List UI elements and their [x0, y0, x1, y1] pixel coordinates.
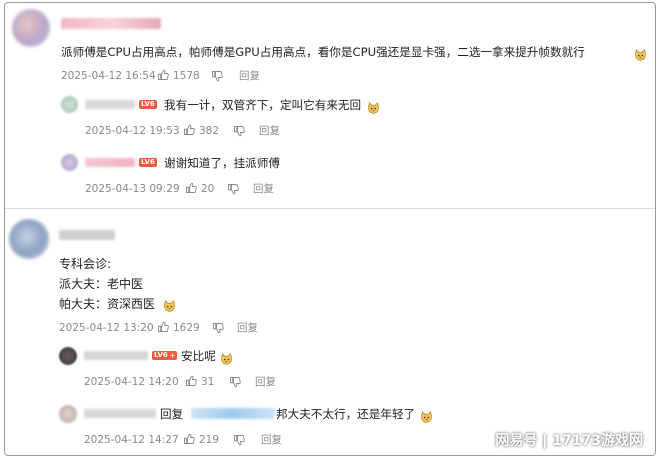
like-count: 1629 — [173, 322, 200, 334]
cat-emoji-icon — [418, 407, 433, 426]
reply-target-blurred[interactable] — [191, 408, 275, 419]
reply-time: 2025-04-12 14:20 — [84, 376, 179, 388]
reply-button[interactable]: 回复 — [255, 375, 276, 389]
like-count: 382 — [199, 125, 220, 137]
thumbs-down-icon[interactable] — [233, 434, 245, 446]
thumbs-up-icon[interactable] — [183, 124, 195, 136]
comment-line: 派大夫：老中医 — [59, 277, 144, 291]
reply-time: 2025-04-12 19:53 — [85, 125, 180, 137]
avatar[interactable] — [61, 96, 78, 113]
comment-time: 2025-04-12 13:20 — [59, 322, 154, 334]
reply-button[interactable]: 回复 — [239, 69, 260, 83]
like-count: 219 — [199, 434, 220, 446]
cat-emoji-icon — [632, 45, 647, 64]
avatar[interactable] — [59, 405, 77, 423]
like-count: 31 — [201, 376, 215, 388]
reply-text: 邦大夫不太行，还是年轻了 — [276, 407, 416, 421]
avatar[interactable] — [9, 219, 49, 259]
thumbs-down-icon[interactable] — [233, 125, 245, 137]
thumbs-up-icon[interactable] — [185, 375, 197, 387]
avatar[interactable] — [12, 9, 50, 47]
thumbs-up-icon[interactable] — [185, 182, 197, 194]
like-count: 20 — [201, 183, 215, 195]
thumbs-up-icon[interactable] — [157, 69, 169, 81]
plus-badge-icon: + — [168, 351, 177, 360]
reply-text: 谢谢知道了，挂派师傅 — [164, 156, 280, 170]
reply-time: 2025-04-12 14:27 — [84, 434, 179, 446]
cat-emoji-icon — [365, 98, 380, 117]
thumbs-up-icon[interactable] — [157, 321, 169, 333]
thumbs-down-icon[interactable] — [227, 183, 239, 195]
username-blurred[interactable] — [85, 100, 135, 109]
watermark: 网易号 | 17173游戏网 — [495, 433, 643, 449]
comment-line: 帕大夫：资深西医 — [59, 297, 156, 311]
username-blurred[interactable] — [85, 158, 135, 167]
username-blurred[interactable] — [61, 18, 161, 29]
cat-emoji-icon — [161, 296, 176, 315]
avatar[interactable] — [59, 347, 77, 365]
like-count: 1578 — [173, 70, 200, 82]
divider — [5, 208, 655, 209]
comment-text: 派师傅是CPU占用高点，帕师傅是GPU占用高点，看你是CPU强还是显卡强，二选一… — [61, 45, 585, 59]
reply-button[interactable]: 回复 — [237, 321, 258, 335]
thumbs-up-icon[interactable] — [183, 433, 195, 445]
reply-button[interactable]: 回复 — [259, 124, 280, 138]
avatar[interactable] — [61, 154, 78, 171]
username-blurred[interactable] — [59, 230, 115, 240]
reply-button[interactable]: 回复 — [253, 182, 274, 196]
level-badge: LV6 — [139, 158, 157, 167]
username-blurred[interactable] — [84, 409, 156, 418]
level-badge: LV6 — [139, 100, 157, 109]
thumbs-down-icon[interactable] — [229, 376, 241, 388]
reply-button[interactable]: 回复 — [261, 433, 282, 447]
cat-emoji-icon — [218, 349, 233, 368]
reply-prefix: 回复 — [160, 407, 184, 421]
comment-line: 专科会诊: — [59, 257, 112, 271]
thumbs-down-icon[interactable] — [212, 322, 224, 334]
thumbs-down-icon[interactable] — [211, 70, 223, 82]
reply-text: 我有一计，双管齐下，定叫它有来无回 — [164, 98, 362, 112]
comment-screenshot: 派师傅是CPU占用高点，帕师傅是GPU占用高点，看你是CPU强还是显卡强，二选一… — [4, 2, 656, 456]
username-blurred[interactable] — [84, 351, 148, 360]
reply-text: 安比呢 — [181, 349, 216, 363]
reply-time: 2025-04-13 09:29 — [85, 183, 180, 195]
comment-time: 2025-04-12 16:54 — [61, 70, 156, 82]
